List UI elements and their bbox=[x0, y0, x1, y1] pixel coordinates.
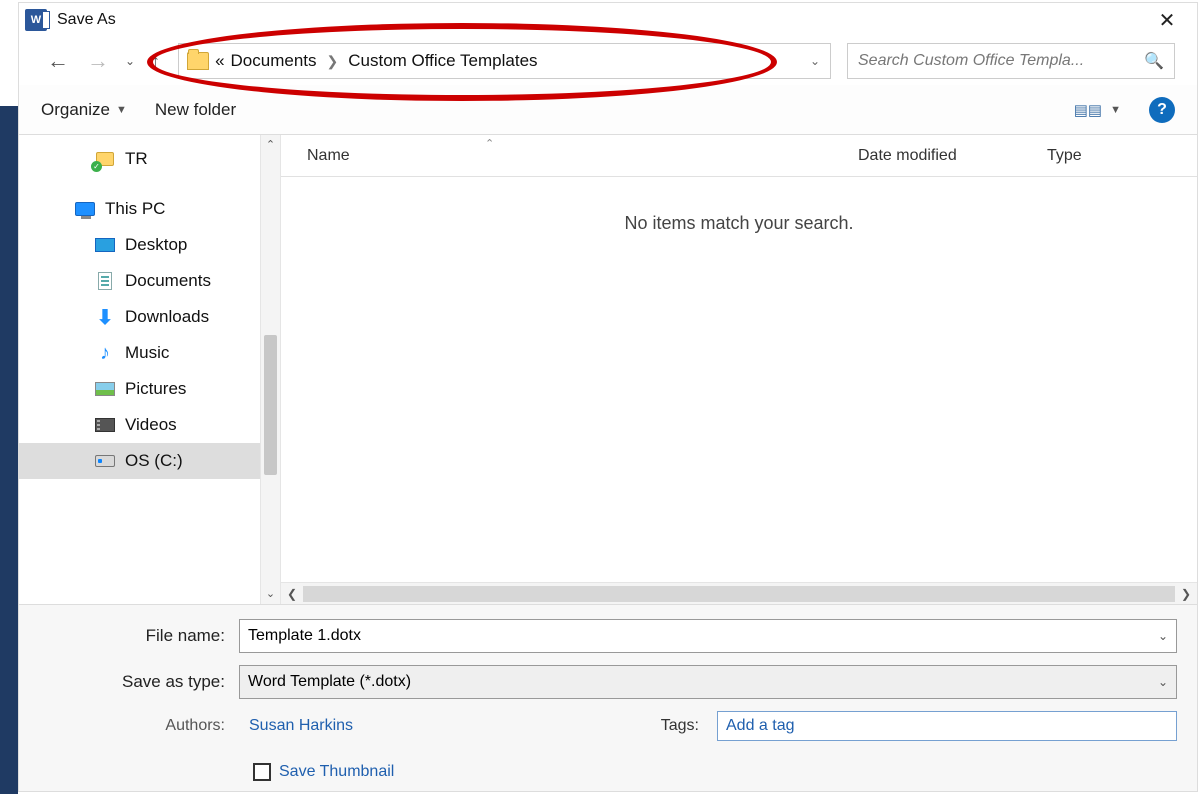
dialog-body: ✓ TR This PC Desktop Documents ⬇ bbox=[19, 135, 1197, 604]
new-folder-button[interactable]: New folder bbox=[155, 100, 236, 120]
window-title: Save As bbox=[57, 11, 116, 29]
sidebar-item-label: OS (C:) bbox=[125, 451, 183, 471]
pictures-icon bbox=[95, 380, 115, 398]
scrollbar-thumb[interactable] bbox=[264, 335, 277, 475]
chevron-right-icon[interactable]: ❯ bbox=[323, 53, 343, 70]
search-placeholder: Search Custom Office Templa... bbox=[858, 52, 1084, 70]
sidebar-item-drive-c[interactable]: OS (C:) bbox=[19, 443, 280, 479]
music-icon: ♪ bbox=[95, 344, 115, 362]
folder-tree: ✓ TR This PC Desktop Documents ⬇ bbox=[19, 135, 281, 604]
sidebar-item-label: This PC bbox=[105, 199, 165, 219]
sidebar-item-music[interactable]: ♪ Music bbox=[19, 335, 280, 371]
address-dropdown-icon[interactable]: ⌄ bbox=[810, 54, 822, 68]
sidebar-item-label: Desktop bbox=[125, 235, 187, 255]
app-left-edge bbox=[0, 106, 18, 794]
desktop-icon bbox=[95, 236, 115, 254]
horizontal-scrollbar[interactable]: ❮ ❯ bbox=[281, 582, 1197, 604]
save-as-dialog: W Save As ✕ ← → ⌄ ↑ « Documents ❯ Custom… bbox=[18, 2, 1198, 792]
chevron-down-icon[interactable]: ⌄ bbox=[1158, 675, 1168, 689]
sidebar-item-documents[interactable]: Documents bbox=[19, 263, 280, 299]
downloads-icon: ⬇ bbox=[95, 308, 115, 326]
empty-message: No items match your search. bbox=[281, 177, 1197, 234]
sidebar-item-label: Downloads bbox=[125, 307, 209, 327]
organize-label: Organize bbox=[41, 100, 110, 120]
chevron-down-icon: ▼ bbox=[116, 104, 127, 116]
saveas-type-label: Save as type: bbox=[39, 672, 239, 692]
sidebar-item-thispc[interactable]: This PC bbox=[19, 191, 280, 227]
filename-input[interactable]: Template 1.dotx ⌄ bbox=[239, 619, 1177, 653]
column-date-modified[interactable]: Date modified bbox=[847, 147, 1037, 165]
save-thumbnail-checkbox[interactable] bbox=[253, 763, 271, 781]
column-headers: Name ⌃ Date modified Type bbox=[281, 135, 1197, 177]
breadcrumb-custom-templates[interactable]: Custom Office Templates bbox=[348, 51, 537, 71]
sidebar-item-videos[interactable]: Videos bbox=[19, 407, 280, 443]
sidebar-item-downloads[interactable]: ⬇ Downloads bbox=[19, 299, 280, 335]
scroll-right-icon[interactable]: ❯ bbox=[1175, 587, 1197, 601]
sidebar-item-desktop[interactable]: Desktop bbox=[19, 227, 280, 263]
search-input[interactable]: Search Custom Office Templa... 🔍 bbox=[847, 43, 1175, 79]
favorite-folder-icon: ✓ bbox=[95, 150, 115, 168]
filename-label: File name: bbox=[39, 626, 239, 646]
save-thumbnail-label[interactable]: Save Thumbnail bbox=[279, 763, 394, 781]
view-icon: ▤▤ bbox=[1074, 101, 1102, 119]
documents-icon bbox=[95, 272, 115, 290]
title-bar: W Save As ✕ bbox=[19, 3, 1197, 37]
toolbar: Organize ▼ New folder ▤▤ ▼ ? bbox=[19, 85, 1197, 135]
h-scrollbar-thumb[interactable] bbox=[303, 586, 1175, 602]
sidebar-item-tr[interactable]: ✓ TR bbox=[19, 141, 280, 177]
address-bar[interactable]: « Documents ❯ Custom Office Templates ⌄ bbox=[178, 43, 831, 79]
authors-value[interactable]: Susan Harkins bbox=[249, 717, 353, 735]
word-app-icon: W bbox=[25, 9, 47, 31]
folder-icon bbox=[187, 52, 209, 70]
breadcrumb-prefix: « bbox=[215, 51, 224, 71]
close-button[interactable]: ✕ bbox=[1143, 4, 1191, 37]
chevron-down-icon: ▼ bbox=[1110, 104, 1121, 116]
tags-input[interactable]: Add a tag bbox=[717, 711, 1177, 741]
sidebar-item-label: Documents bbox=[125, 271, 211, 291]
column-type[interactable]: Type bbox=[1037, 147, 1197, 165]
nav-history-dropdown-icon[interactable]: ⌄ bbox=[121, 54, 139, 68]
saveas-type-combo[interactable]: Word Template (*.dotx) ⌄ bbox=[239, 665, 1177, 699]
nav-up-icon[interactable]: ↑ bbox=[145, 47, 166, 76]
sidebar-item-pictures[interactable]: Pictures bbox=[19, 371, 280, 407]
new-folder-label: New folder bbox=[155, 100, 236, 120]
breadcrumb-documents[interactable]: Documents bbox=[231, 51, 317, 71]
scroll-down-icon[interactable]: ⌄ bbox=[261, 584, 280, 604]
chevron-down-icon[interactable]: ⌄ bbox=[1158, 629, 1168, 643]
help-button[interactable]: ? bbox=[1149, 97, 1175, 123]
computer-icon bbox=[75, 200, 95, 218]
scroll-up-icon[interactable]: ⌃ bbox=[261, 135, 280, 155]
drive-icon bbox=[95, 452, 115, 470]
search-icon: 🔍 bbox=[1144, 51, 1164, 71]
sidebar-item-label: TR bbox=[125, 149, 148, 169]
sidebar-item-label: Music bbox=[125, 343, 169, 363]
navigation-row: ← → ⌄ ↑ « Documents ❯ Custom Office Temp… bbox=[19, 37, 1197, 85]
sidebar-item-label: Pictures bbox=[125, 379, 186, 399]
nav-forward-icon[interactable]: → bbox=[81, 44, 115, 78]
save-form: File name: Template 1.dotx ⌄ Save as typ… bbox=[19, 604, 1197, 791]
authors-label: Authors: bbox=[39, 717, 239, 735]
nav-back-icon[interactable]: ← bbox=[41, 44, 75, 78]
file-list-area: Name ⌃ Date modified Type No items match… bbox=[281, 135, 1197, 604]
videos-icon bbox=[95, 416, 115, 434]
scroll-left-icon[interactable]: ❮ bbox=[281, 587, 303, 601]
tags-label: Tags: bbox=[661, 717, 707, 735]
sidebar-scrollbar[interactable]: ⌃ ⌄ bbox=[260, 135, 280, 604]
organize-button[interactable]: Organize ▼ bbox=[41, 100, 127, 120]
view-options-button[interactable]: ▤▤ ▼ bbox=[1074, 101, 1121, 119]
column-name[interactable]: Name ⌃ bbox=[307, 147, 847, 165]
sort-indicator-icon: ⌃ bbox=[485, 137, 494, 150]
sidebar-item-label: Videos bbox=[125, 415, 177, 435]
